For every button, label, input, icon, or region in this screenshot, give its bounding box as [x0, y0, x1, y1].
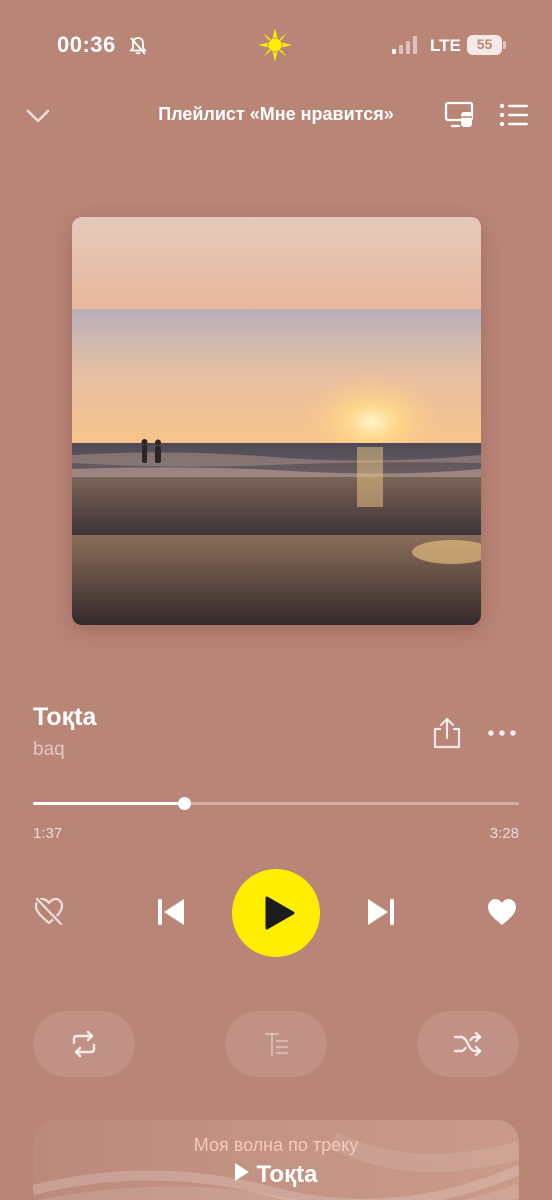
- bell-muted-icon: [129, 37, 147, 55]
- chevron-down-icon[interactable]: [24, 102, 52, 130]
- cast-device-icon[interactable]: [443, 100, 475, 130]
- lyrics-icon: [264, 1032, 289, 1057]
- sun-icon: [258, 28, 292, 62]
- progress-bar[interactable]: [33, 797, 519, 810]
- play-icon: [265, 896, 295, 930]
- repeat-button[interactable]: [33, 1011, 135, 1077]
- repeat-icon: [72, 1030, 96, 1058]
- track-artist[interactable]: baq: [33, 739, 65, 761]
- status-time: 00:36: [57, 32, 116, 57]
- battery-level: 55: [476, 36, 493, 52]
- my-wave-card[interactable]: Моя волна по треку Toқta: [33, 1120, 519, 1200]
- playlist-title: Плейлист «Мне нравится»: [158, 104, 394, 124]
- album-cover-image: [72, 217, 481, 625]
- network-type: LTE: [430, 36, 461, 55]
- album-cover: [72, 217, 481, 625]
- track-title[interactable]: Toқta: [33, 703, 96, 732]
- next-icon[interactable]: [364, 895, 398, 929]
- my-wave-track: Toқta: [33, 1161, 519, 1189]
- share-icon[interactable]: [431, 716, 463, 750]
- shuffle-button[interactable]: [417, 1011, 519, 1077]
- previous-icon[interactable]: [154, 895, 188, 929]
- lyrics-button[interactable]: [225, 1011, 327, 1077]
- total-time: 3:28: [489, 825, 519, 842]
- progress-fill: [33, 802, 184, 805]
- my-wave-label: Моя волна по треку: [193, 1135, 359, 1155]
- like-heart-icon[interactable]: [486, 897, 518, 927]
- my-wave-track-name: Toқta: [256, 1161, 318, 1188]
- status-bar: 00:36 LTE 55: [0, 28, 552, 64]
- dislike-icon[interactable]: [33, 896, 65, 926]
- signal-icon: [392, 36, 417, 54]
- queue-list-icon[interactable]: [498, 100, 530, 130]
- shuffle-icon: [453, 1031, 482, 1057]
- progress-knob[interactable]: [177, 797, 191, 810]
- more-icon[interactable]: [485, 720, 519, 746]
- player-screen: 00:36 LTE 55 Плейлист «Мне нравится» Toқ…: [0, 0, 552, 1200]
- battery-icon: 55: [467, 35, 507, 55]
- play-small-icon: [234, 1163, 249, 1181]
- play-button[interactable]: [232, 869, 320, 957]
- current-time: 1:37: [33, 825, 63, 842]
- player-header: Плейлист «Мне нравится»: [0, 96, 552, 136]
